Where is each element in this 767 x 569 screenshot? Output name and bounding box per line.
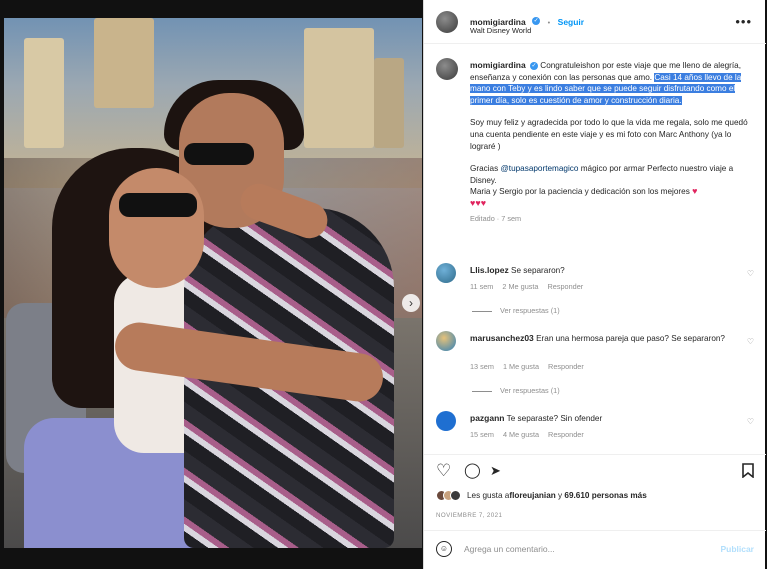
comment-body: Eran una hermosa pareja que paso? Se sep… <box>536 334 725 343</box>
comment-like-icon[interactable]: ♡ <box>747 337 754 346</box>
caption-username[interactable]: momigiardina <box>470 60 526 70</box>
likes-summary[interactable]: Les gusta a floreujanian y 69.610 person… <box>436 490 647 501</box>
liker-avatar <box>450 490 461 501</box>
woman-face <box>109 168 204 288</box>
caption-avatar[interactable] <box>436 58 458 80</box>
comment-text: pazgann Te separaste? Sin ofender <box>470 413 730 425</box>
comment-body: Se separaron? <box>511 266 565 275</box>
comment-meta: 15 sem 4 Me gusta Responder <box>470 430 593 439</box>
post-date[interactable]: NOVIEMBRE 7, 2021 <box>436 512 502 519</box>
bookmark-icon <box>742 463 754 479</box>
hearts-emoji-icon: ♥♥♥ <box>470 197 487 208</box>
like-icon[interactable]: ♡ <box>436 462 451 479</box>
mention-link[interactable]: @tupasaportemagico <box>500 164 578 173</box>
reply-button[interactable]: Responder <box>548 282 584 291</box>
publish-button[interactable]: Publicar <box>720 544 754 554</box>
liker-username[interactable]: floreujanian <box>509 491 555 500</box>
comment-meta: 11 sem 2 Me gusta Responder <box>470 282 592 291</box>
commenter-avatar[interactable] <box>436 331 456 351</box>
caption-paragraph: Soy muy feliz y agradecida por todo lo q… <box>470 118 748 151</box>
castle-tower <box>94 18 154 108</box>
comment-likes[interactable]: 4 Me gusta <box>503 430 539 439</box>
comment-time[interactable]: 13 sem <box>470 362 494 371</box>
verified-icon: ✓ <box>532 16 541 25</box>
post-header: momigiardina ✓ • Seguir Walt Disney Worl… <box>424 0 766 44</box>
reply-button[interactable]: Responder <box>548 430 584 439</box>
commenter-avatar[interactable] <box>436 263 456 283</box>
post-photo[interactable]: › <box>4 18 422 548</box>
heart-emoji-icon: ♥ <box>692 186 698 197</box>
likes-count[interactable]: 69.610 personas más <box>564 491 646 500</box>
comment-like-icon[interactable]: ♡ <box>747 269 754 278</box>
view-replies-button[interactable]: Ver respuestas (1) <box>472 306 560 315</box>
comment-input[interactable]: Agrega un comentario... <box>464 544 555 554</box>
man-sunglasses <box>184 143 254 165</box>
follow-button[interactable]: Seguir <box>558 17 584 27</box>
comments-section[interactable]: momigiardina ✓ Congratuleishon por este … <box>424 44 766 454</box>
view-replies-button[interactable]: Ver respuestas (1) <box>472 386 560 395</box>
commenter-username[interactable]: Llis.lopez <box>470 265 509 275</box>
comment-meta: 13 sem 1 Me gusta Responder <box>470 362 593 371</box>
commenter-username[interactable]: marusanchez03 <box>470 333 534 343</box>
post-side-panel: momigiardina ✓ • Seguir Walt Disney Worl… <box>423 0 766 569</box>
caption-paragraph: Gracias @tupasaportemagico mágico por ar… <box>470 163 750 186</box>
comment-body: Te separaste? Sin ofender <box>506 414 603 423</box>
caption-paragraph: Maria y Sergio por la paciencia y dedica… <box>470 186 750 198</box>
comment-text: Llis.lopez Se separaron? <box>470 265 730 277</box>
comment-time[interactable]: 11 sem <box>470 282 493 291</box>
caption-thanks: Gracias <box>470 164 501 174</box>
comment-like-icon[interactable]: ♡ <box>747 417 754 426</box>
commenter-username[interactable]: pazgann <box>470 413 504 423</box>
castle-tower <box>374 58 404 148</box>
commenter-avatar[interactable] <box>436 411 456 431</box>
separator-dot: • <box>547 18 551 27</box>
castle-tower <box>24 38 64 148</box>
carousel-next-button[interactable]: › <box>402 294 420 312</box>
edited-timestamp: Editado · 7 sem <box>470 213 522 223</box>
save-icon[interactable] <box>742 463 754 482</box>
author-avatar[interactable] <box>436 11 458 33</box>
verified-icon: ✓ <box>530 61 539 70</box>
likes-middle: y <box>555 491 565 500</box>
add-comment-bar: ☺ Agrega un comentario... Publicar <box>424 530 766 569</box>
comment-likes[interactable]: 1 Me gusta <box>503 362 539 371</box>
location-link[interactable]: Walt Disney World <box>470 26 531 35</box>
likes-prefix: Les gusta a <box>467 491 510 500</box>
emoji-icon[interactable]: ☺ <box>436 541 452 557</box>
more-options-icon[interactable]: ••• <box>735 14 752 29</box>
comment-time[interactable]: 15 sem <box>470 430 494 439</box>
caption-closing: Maria y Sergio por la paciencia y dedica… <box>470 187 690 197</box>
woman-sunglasses <box>119 193 197 217</box>
castle-tower <box>304 28 374 148</box>
caption: momigiardina ✓ Congratuleishon por este … <box>470 60 750 224</box>
share-icon[interactable]: ➤ <box>490 463 501 479</box>
action-bar: ♡ ◯ ➤ Les gusta a floreujanian y 69.610 … <box>424 454 766 538</box>
comment-icon[interactable]: ◯ <box>464 463 481 479</box>
reply-button[interactable]: Responder <box>548 362 584 371</box>
screenshot-frame: › momigiardina ✓ • Seguir Walt Disney Wo… <box>0 0 767 569</box>
comment-text: marusanchez03 Eran una hermosa pareja qu… <box>470 333 730 345</box>
comment-likes[interactable]: 2 Me gusta <box>502 282 538 291</box>
